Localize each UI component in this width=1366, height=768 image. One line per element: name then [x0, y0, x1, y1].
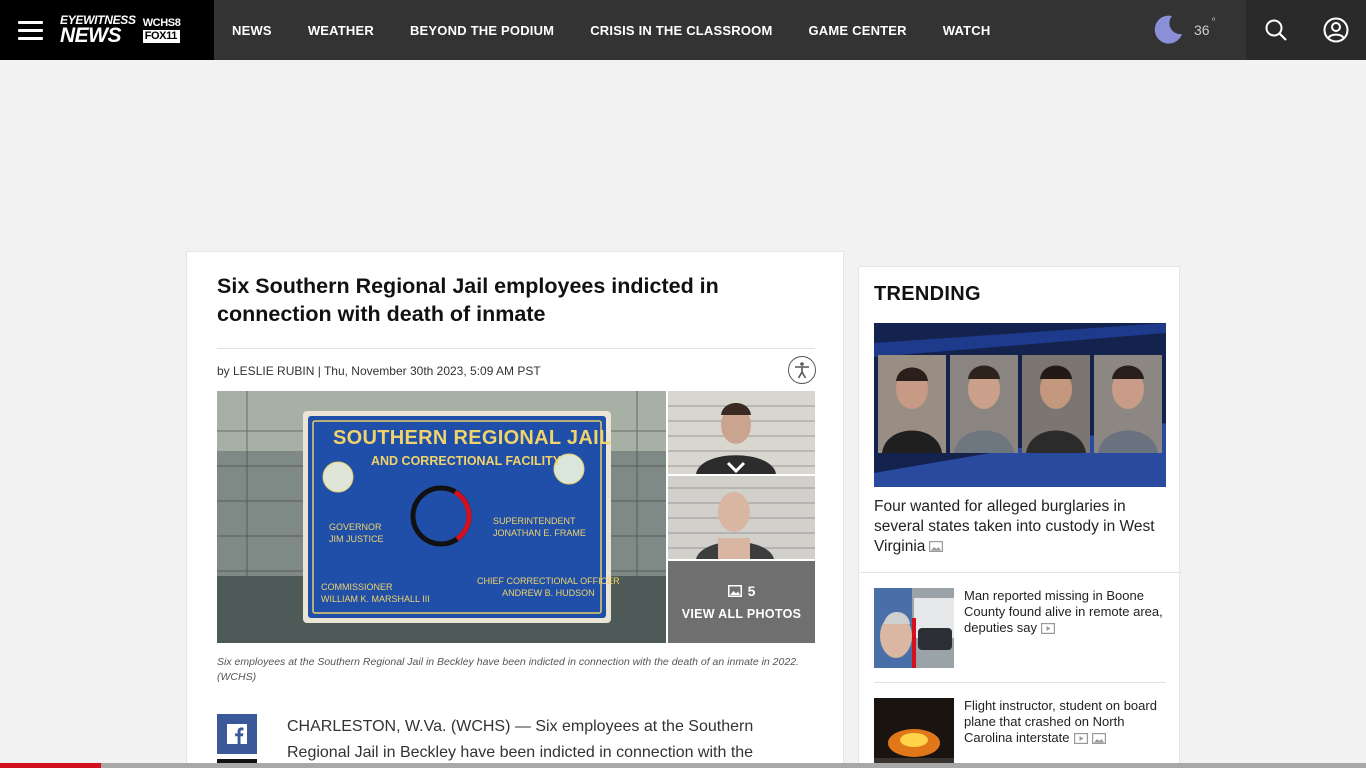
account-icon[interactable]: [1316, 10, 1356, 50]
menu-icon[interactable]: [0, 0, 60, 60]
nav-crisis-in-the-classroom[interactable]: CRISIS IN THE CLASSROOM: [590, 23, 772, 38]
trending-heading: TRENDING: [874, 283, 981, 305]
thumbnail-mugshot-1[interactable]: [668, 391, 815, 474]
gallery-icon: [929, 541, 944, 553]
trending-top-image[interactable]: [874, 323, 1166, 487]
nav-weather[interactable]: WEATHER: [308, 23, 374, 38]
logo-line2: NEWS: [60, 24, 121, 47]
trending-panel: TRENDING Four wanted for alleged burglar…: [858, 266, 1181, 768]
sign-cco-title: CHIEF CORRECTIONAL OFFICER: [477, 576, 620, 586]
trending-top-story[interactable]: Four wanted for alleged burglaries in se…: [874, 497, 1164, 557]
video-icon: [1041, 623, 1055, 635]
trending-item[interactable]: Man reported missing in Boone County fou…: [874, 588, 1166, 668]
article-body: CHARLESTON, W.Va. (WCHS) — Six employees…: [287, 718, 754, 761]
site-logo[interactable]: EYEWITNESS NEWS WCHS8 FOX11: [60, 14, 181, 47]
header-actions: [1246, 0, 1366, 60]
trending-divider: [859, 572, 1181, 573]
reading-progress-bar: [0, 763, 1366, 768]
nav-game-center[interactable]: GAME CENTER: [809, 23, 907, 38]
sign-governor-name: JIM JUSTICE: [329, 534, 384, 544]
sign-commissioner-title: COMMISSIONER: [321, 582, 393, 592]
brand-block: EYEWITNESS NEWS WCHS8 FOX11: [0, 0, 214, 60]
sign-line1: SOUTHERN REGIONAL JAIL: [333, 427, 612, 449]
trending-item-thumbnail: [874, 698, 954, 768]
main-nav: NEWS WEATHER BEYOND THE PODIUM CRISIS IN…: [232, 0, 1026, 60]
logo-station1-num: 8: [174, 17, 181, 29]
weather-widget[interactable]: 36 °: [1150, 12, 1216, 48]
nav-watch[interactable]: WATCH: [943, 23, 991, 38]
photo-thumbnails: 5 VIEW ALL PHOTOS: [668, 391, 815, 643]
trending-top-story-title: Four wanted for alleged burglaries in se…: [874, 498, 1155, 555]
nav-beyond-the-podium[interactable]: BEYOND THE PODIUM: [410, 23, 554, 38]
trending-item-title: Flight instructor, student on board plan…: [964, 698, 1157, 745]
view-all-photos-button[interactable]: 5 VIEW ALL PHOTOS: [668, 561, 815, 643]
moon-icon: [1154, 15, 1182, 44]
nav-news[interactable]: NEWS: [232, 23, 272, 38]
sign-governor-title: GOVERNOR: [329, 522, 382, 532]
article-headline: Six Southern Regional Jail employees ind…: [217, 274, 719, 326]
gallery-icon: [727, 585, 742, 597]
logo-station1: WCHS: [142, 17, 175, 29]
trending-item-thumbnail: [874, 588, 954, 668]
trending-item[interactable]: Flight instructor, student on board plan…: [874, 698, 1166, 768]
headline-divider: [217, 348, 815, 349]
weather-degree: °: [1211, 17, 1216, 28]
hero-photo[interactable]: SOUTHERN REGIONAL JAIL AND CORRECTIONAL …: [217, 391, 666, 643]
sign-line2: AND CORRECTIONAL FACILITY: [371, 454, 562, 468]
article-card: Six Southern Regional Jail employees ind…: [186, 251, 844, 768]
facebook-share-button[interactable]: [217, 714, 257, 754]
sign-cco-name: ANDREW B. HUDSON: [502, 588, 595, 598]
reading-progress-fill: [0, 763, 102, 768]
search-icon[interactable]: [1256, 10, 1296, 50]
gallery-icon: [1091, 733, 1106, 745]
article-byline: by LESLIE RUBIN | Thu, November 30th 202…: [217, 364, 541, 378]
logo-station2: FOX: [144, 30, 167, 42]
view-all-photos-label: VIEW ALL PHOTOS: [681, 607, 802, 621]
sign-commissioner-name: WILLIAM K. MARSHALL III: [321, 594, 430, 604]
site-header: EYEWITNESS NEWS WCHS8 FOX11 NEWS WEATHER…: [0, 0, 1366, 60]
sign-superintendent-name: JONATHAN E. FRAME: [493, 528, 586, 538]
trending-item-divider: [874, 682, 1166, 683]
sign-superintendent-title: SUPERINTENDENT: [493, 516, 576, 526]
weather-temp: 36: [1194, 22, 1210, 38]
photo-caption: Six employees at the Southern Regional J…: [217, 656, 799, 683]
trending-item-title: Man reported missing in Boone County fou…: [964, 588, 1163, 635]
facebook-icon: [227, 724, 247, 744]
accessibility-icon[interactable]: [788, 356, 816, 384]
photo-count: 5: [747, 583, 756, 599]
logo-station2-num: 11: [166, 30, 177, 42]
video-icon: [1073, 733, 1088, 745]
thumbnail-mugshot-2[interactable]: [668, 476, 815, 559]
